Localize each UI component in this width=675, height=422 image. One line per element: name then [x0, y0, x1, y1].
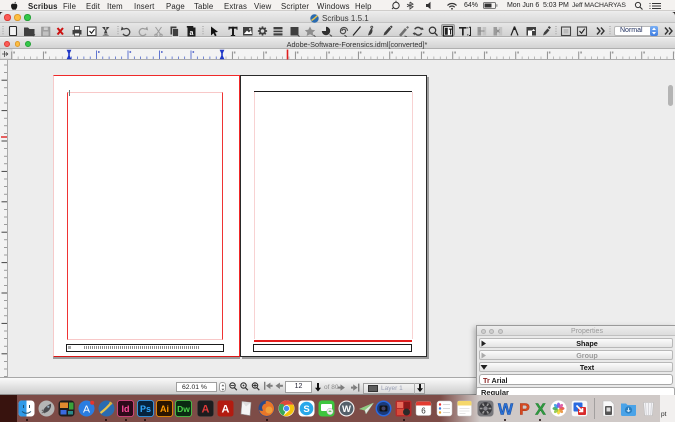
svg-text:A: A [82, 404, 89, 416]
svg-text:A: A [201, 404, 209, 416]
svg-text:6: 6 [421, 407, 426, 416]
svg-text:a: a [190, 30, 194, 37]
svg-text:Ps: Ps [139, 404, 150, 414]
svg-text:P: P [519, 402, 530, 418]
svg-text:Ai: Ai [160, 404, 169, 414]
svg-text:Dw: Dw [177, 404, 190, 414]
svg-text:X: X [535, 402, 546, 418]
svg-text:W: W [342, 404, 351, 415]
svg-text:W: W [497, 402, 513, 418]
svg-text:S: S [303, 404, 309, 415]
svg-text:A: A [221, 404, 229, 416]
svg-text:Id: Id [122, 404, 130, 414]
